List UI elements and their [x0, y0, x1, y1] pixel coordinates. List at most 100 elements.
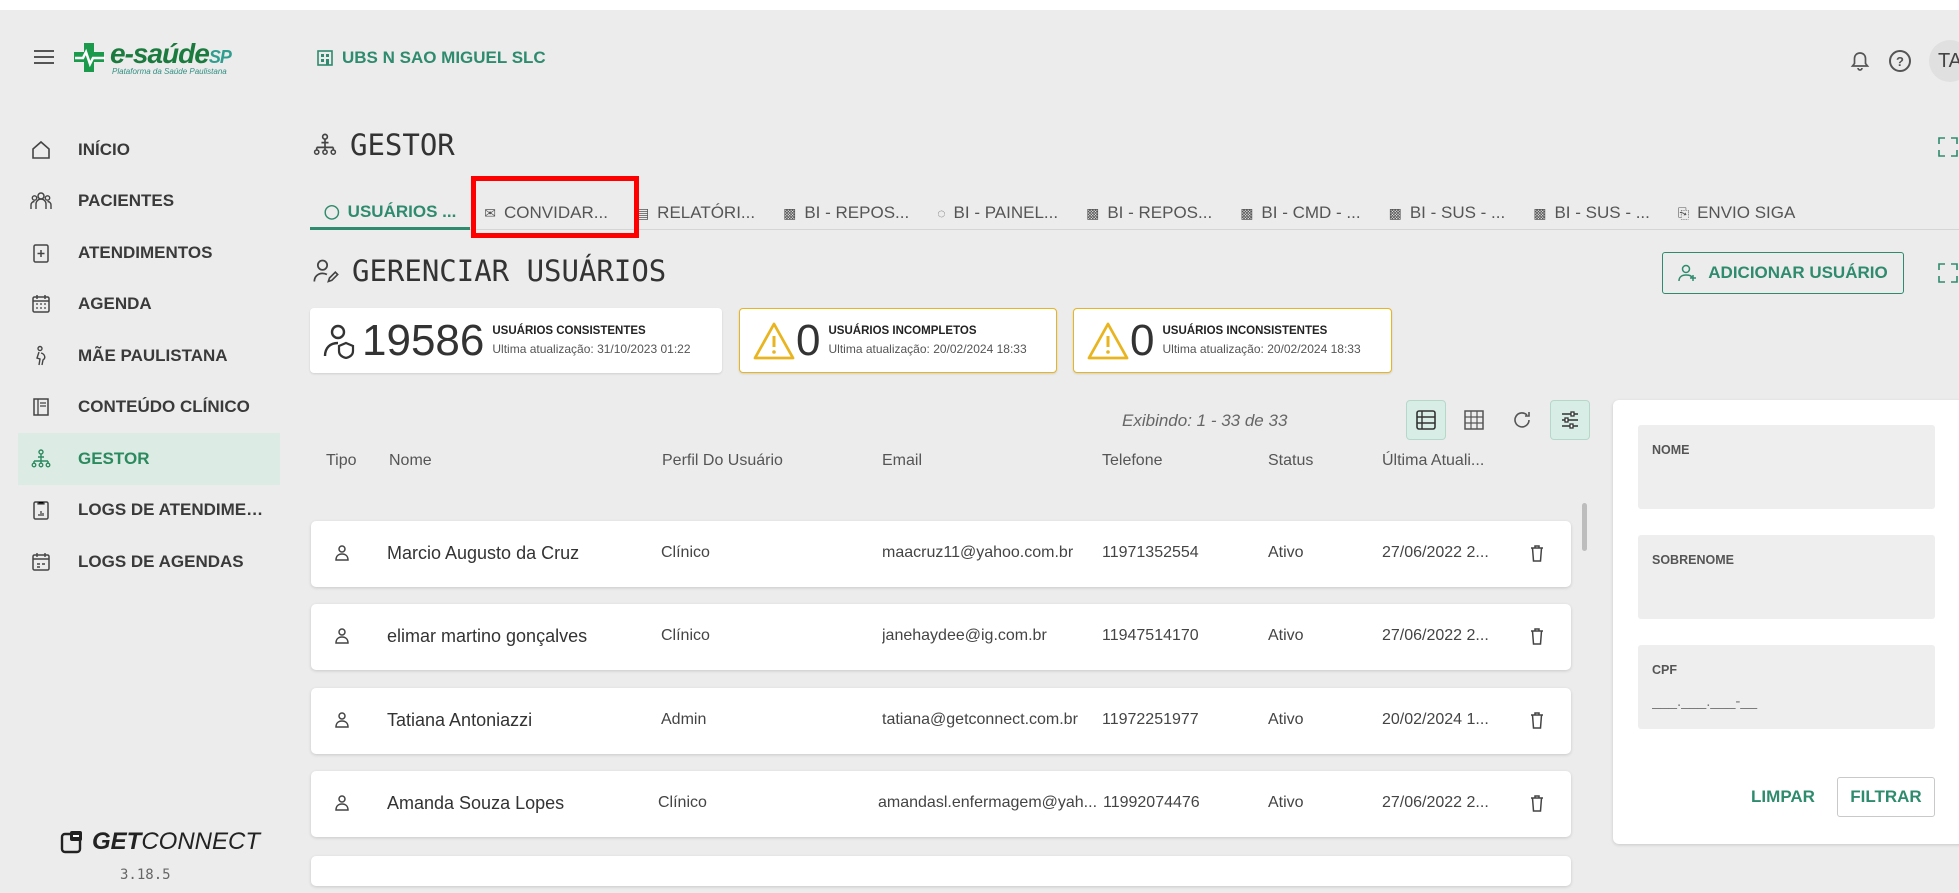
sidebar-item-atendimentos[interactable]: ATENDIMENTOS	[18, 227, 280, 279]
tab-bi-sus-1[interactable]: ▩ BI - SUS - ...	[1375, 196, 1520, 230]
tab-bi-sus-2[interactable]: ▩ BI - SUS - ...	[1519, 196, 1664, 230]
clipboard-icon: ⎘	[1677, 204, 1690, 221]
delete-icon[interactable]	[1529, 794, 1545, 817]
tab-bi-repos-2[interactable]: ▩ BI - REPOS...	[1072, 196, 1226, 230]
sidebar-item-label: MÃE PAULISTANA	[78, 345, 228, 365]
tab-relatorios[interactable]: ▤ RELATÓRI...	[622, 196, 769, 230]
tab-usuarios[interactable]: ◯ USUÁRIOS ...	[310, 196, 471, 230]
app-logo[interactable]: e-saúdeSP Plataforma da Saúde Paulistana	[72, 36, 262, 80]
add-user-button[interactable]: ADICIONAR USUÁRIO	[1662, 252, 1904, 294]
tab-convidar[interactable]: ✉ CONVIDAR...	[470, 196, 622, 230]
user-name: Tatiana Antoniazzi	[387, 710, 533, 730]
user-last-updated: 27/06/2022 2...	[1382, 544, 1489, 561]
sidebar-item-gestor[interactable]: GESTOR	[18, 433, 280, 485]
column-header-ultima-atualizacao[interactable]: Última Atuali...	[1382, 452, 1484, 470]
tab-bi-painel[interactable]: ◌ BI - PAINEL...	[923, 196, 1072, 230]
menu-icon[interactable]	[34, 50, 54, 64]
user-name: elimar martino gonçalves	[387, 626, 588, 646]
tab-label: ENVIO SIGA	[1697, 203, 1796, 222]
grid-view-button[interactable]	[1454, 400, 1494, 440]
pagination-info: Exibindo: 1 - 33 de 33	[1122, 411, 1288, 430]
sidebar-item-label: ATENDIMENTOS	[78, 242, 213, 262]
sidebar-item-logs-agendas[interactable]: LOGS DE AGENDAS	[18, 536, 280, 588]
logo-tagline: Plataforma da Saúde Paulistana	[112, 67, 227, 76]
delete-icon[interactable]	[1529, 627, 1545, 650]
clipboard-plus-icon	[30, 242, 52, 264]
column-header-nome[interactable]: Nome	[389, 452, 432, 470]
refresh-button[interactable]	[1502, 400, 1542, 440]
delete-icon[interactable]	[1529, 544, 1545, 567]
nome-field[interactable]: NOME	[1638, 425, 1935, 509]
add-user-icon	[1678, 264, 1697, 282]
user-avatar[interactable]: TA	[1929, 40, 1959, 82]
column-header-email[interactable]: Email	[882, 452, 922, 470]
stat-title: USUÁRIOS CONSISTENTES	[492, 325, 646, 337]
tab-bi-repos-1[interactable]: ▩ BI - REPOS...	[769, 196, 923, 230]
column-header-telefone[interactable]: Telefone	[1102, 452, 1163, 470]
help-icon[interactable]: ?	[1889, 50, 1911, 72]
list-view-button[interactable]	[1406, 400, 1446, 440]
home-icon	[30, 139, 52, 161]
stat-card-incomplete: 0 USUÁRIOS INCOMPLETOS Ultima atualização…	[739, 308, 1057, 373]
user-phone: 11992074476	[1103, 794, 1200, 811]
user-profile: Clínico	[661, 544, 710, 561]
table-row[interactable]	[311, 856, 1571, 886]
column-header-perfil[interactable]: Perfil Do Usuário	[662, 452, 783, 470]
sidebar-item-label: LOGS DE ATENDIME…	[78, 500, 264, 520]
fullscreen-icon[interactable]	[1937, 262, 1959, 284]
stat-value: 19586	[362, 315, 485, 365]
sidebar-item-logs-atendimentos[interactable]: LOGS DE ATENDIME…	[18, 485, 280, 537]
sidebar-item-conteudo-clinico[interactable]: CONTEÚDO CLÍNICO	[18, 382, 280, 434]
report-icon: ▤	[635, 204, 650, 221]
sobrenome-label: SOBRENOME	[1652, 553, 1734, 567]
health-unit-selector[interactable]: UBS N SAO MIGUEL SLC	[316, 48, 546, 68]
table-row[interactable]: elimar martino gonçalves Clínico janehay…	[311, 604, 1571, 670]
section-title: GERENCIAR USUÁRIOS	[312, 254, 666, 288]
user-shield-icon	[323, 324, 355, 359]
add-user-label: ADICIONAR USUÁRIO	[1708, 263, 1888, 282]
table-row[interactable]: Marcio Augusto da Cruz Clínico maacruz11…	[311, 521, 1571, 587]
column-header-tipo[interactable]: Tipo	[326, 452, 357, 470]
sobrenome-input[interactable]	[1652, 579, 1912, 603]
footer-brand-light: CONNECT	[141, 828, 261, 855]
filter-toggle-button[interactable]	[1550, 400, 1590, 440]
table-scrollbar[interactable]	[1582, 503, 1587, 551]
clear-button[interactable]: LIMPAR	[1738, 777, 1828, 817]
health-unit-name: UBS N SAO MIGUEL SLC	[342, 48, 546, 67]
cpf-field[interactable]: CPF	[1638, 645, 1935, 729]
sidebar-item-label: CONTEÚDO CLÍNICO	[78, 397, 250, 417]
sidebar-item-agenda[interactable]: AGENDA	[18, 279, 280, 331]
cpf-input[interactable]	[1652, 689, 1912, 713]
hierarchy-icon	[30, 448, 52, 470]
sidebar-item-mae-paulistana[interactable]: MÃE PAULISTANA	[18, 330, 280, 382]
table-row[interactable]: Amanda Souza Lopes Clínico amandasl.enfe…	[311, 771, 1571, 837]
sobrenome-field[interactable]: SOBRENOME	[1638, 535, 1935, 619]
list-view-icon	[1416, 410, 1436, 430]
tab-bar: ◯ USUÁRIOS ... ✉ CONVIDAR... ▤ RELATÓRI... …	[310, 196, 1959, 230]
tab-envio-siga[interactable]: ⎘ ENVIO SIGA	[1664, 196, 1809, 230]
filter-button[interactable]: FILTRAR	[1837, 777, 1935, 817]
user-last-updated: 27/06/2022 2...	[1382, 627, 1489, 644]
user-edit-icon	[313, 259, 339, 283]
nome-input[interactable]	[1652, 469, 1912, 493]
user-type-icon	[333, 627, 351, 650]
table-row[interactable]: Tatiana Antoniazzi Admin tatiana@getconn…	[311, 688, 1571, 754]
sidebar-item-pacientes[interactable]: PACIENTES	[18, 176, 280, 228]
sidebar-item-inicio[interactable]: INÍCIO	[18, 124, 280, 176]
sidebar-item-label: INÍCIO	[78, 139, 130, 159]
column-header-status[interactable]: Status	[1268, 452, 1313, 470]
nome-label: NOME	[1652, 443, 1690, 457]
delete-icon[interactable]	[1529, 711, 1545, 734]
user-status: Ativo	[1268, 794, 1304, 811]
calendar-icon	[30, 293, 52, 315]
bi-icon: ▩	[1533, 204, 1547, 221]
table-header: Tipo Nome Perfil Do Usuário Email Telefo…	[310, 452, 1570, 476]
user-email: amandasl.enfermagem@yah...	[878, 794, 1098, 811]
page-title-text: GESTOR	[350, 128, 455, 162]
getconnect-mark-icon	[60, 831, 82, 854]
fullscreen-icon[interactable]	[1937, 136, 1959, 158]
bi-icon: ▩	[1388, 204, 1402, 221]
bell-icon[interactable]	[1849, 50, 1871, 72]
tab-bi-cmd[interactable]: ▩ BI - CMD - ...	[1226, 196, 1374, 230]
group-icon	[30, 190, 52, 212]
